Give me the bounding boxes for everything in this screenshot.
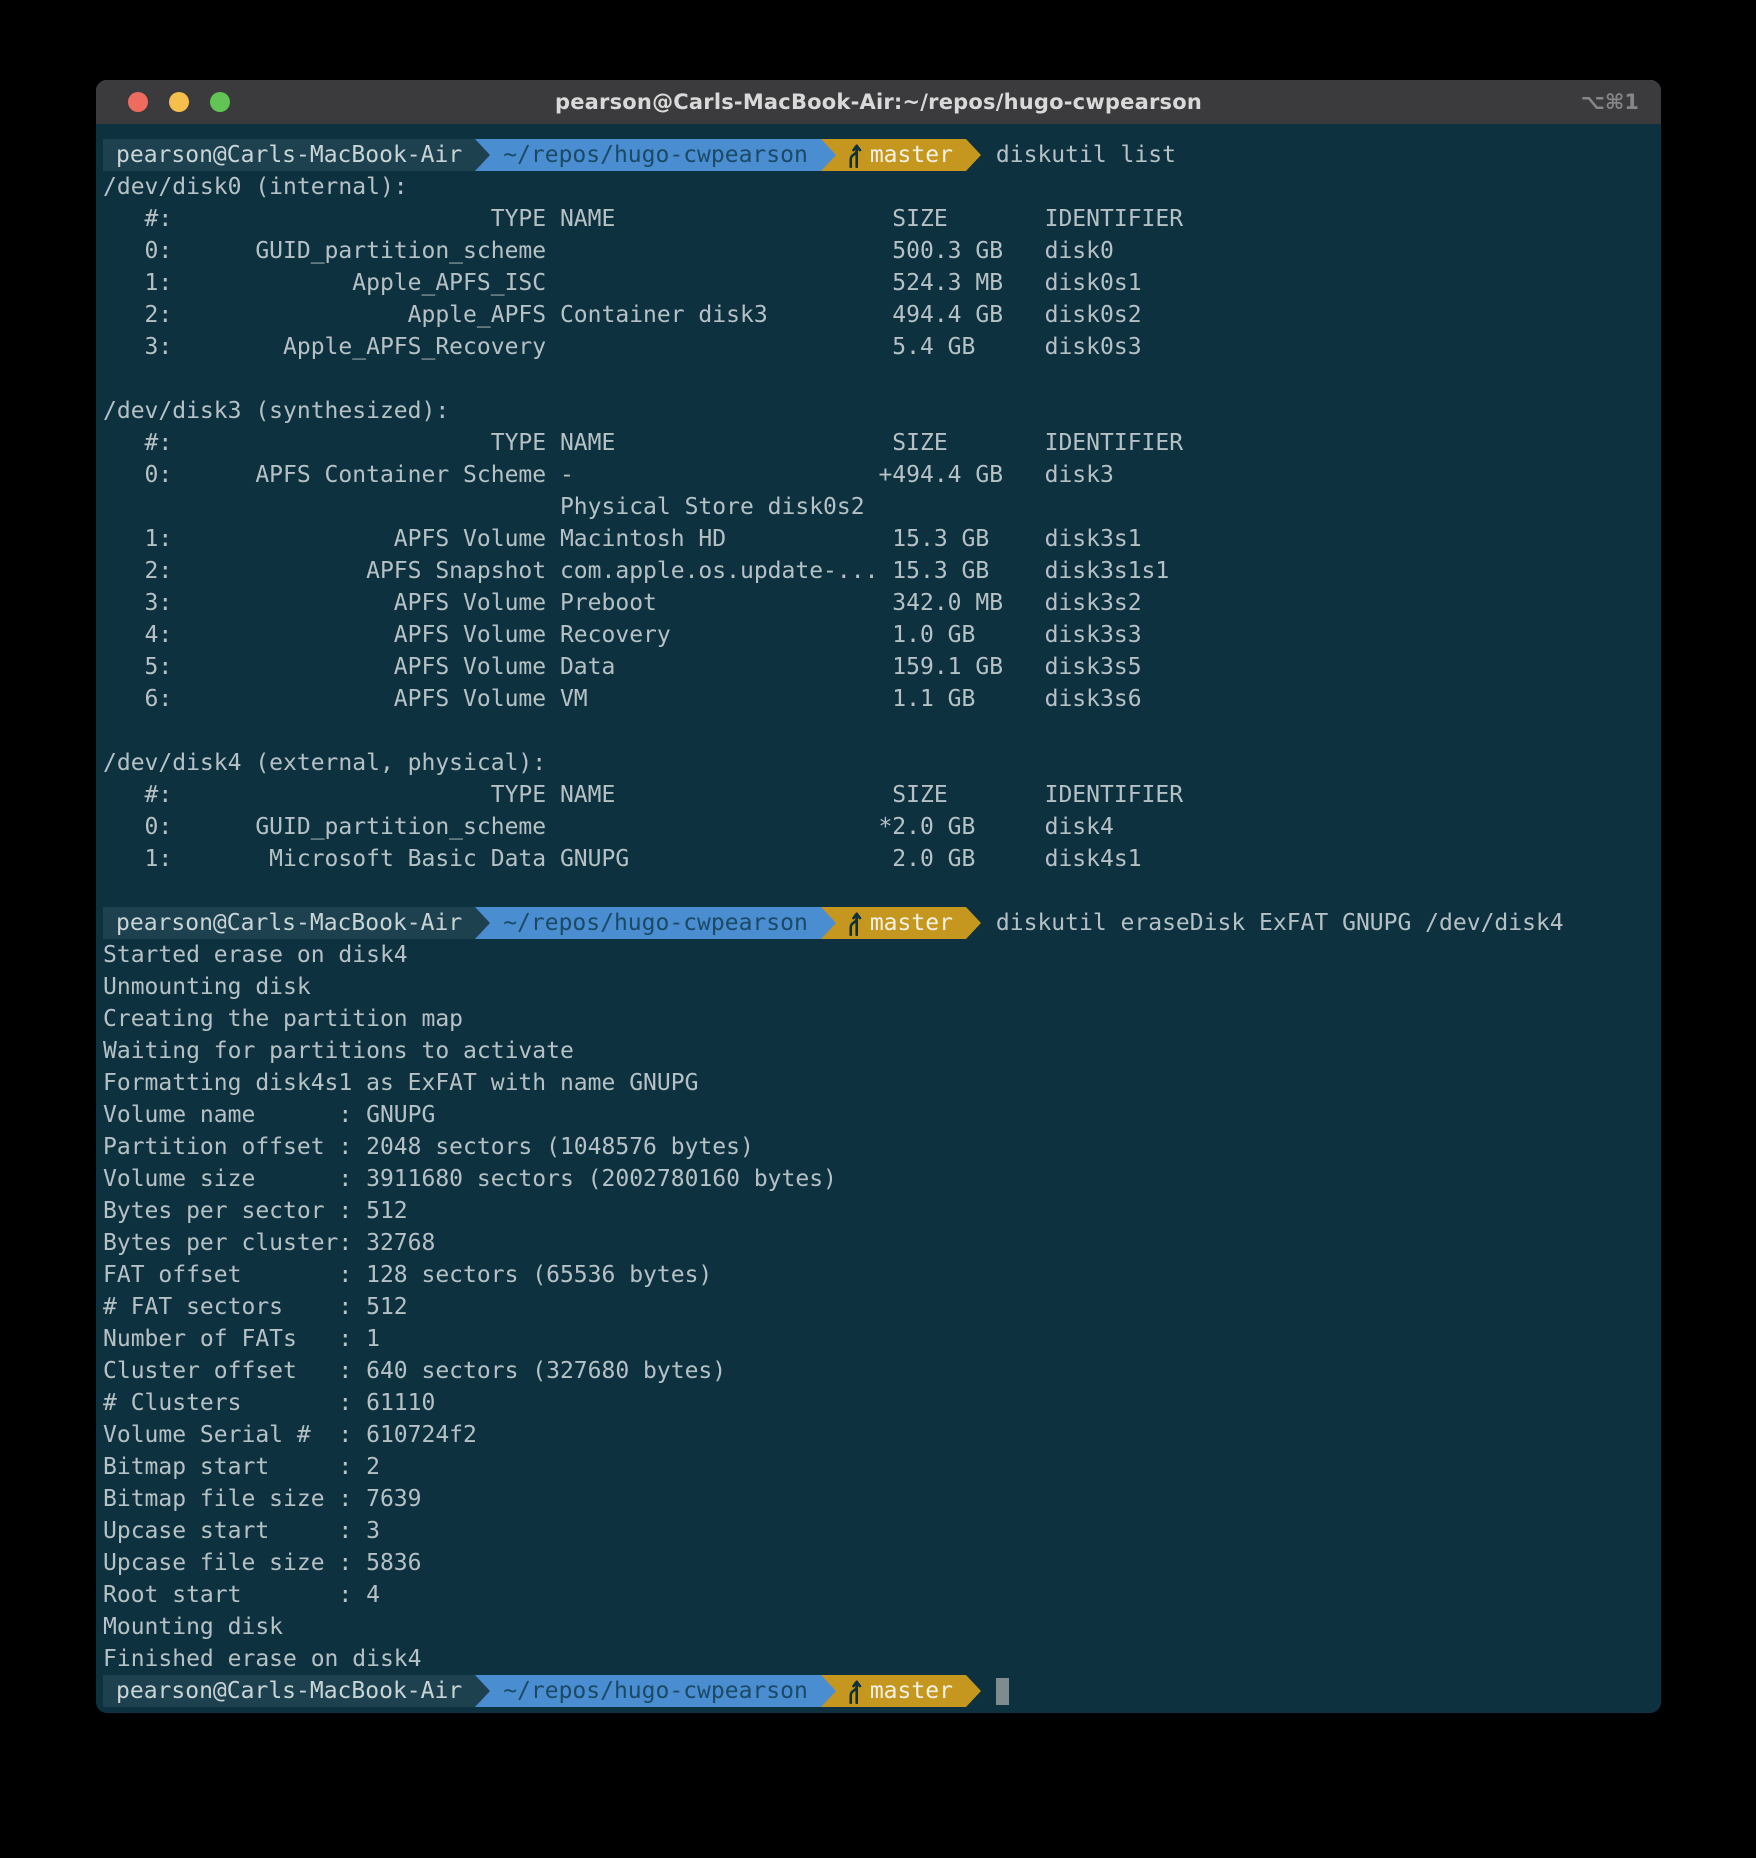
terminal-line: #: TYPE NAME SIZE IDENTIFIER <box>103 427 1661 459</box>
prompt-directory-segment: ~/repos/hugo-cwpearson <box>490 907 821 939</box>
terminal-line: 5: APFS Volume Data 159.1 GB disk3s5 <box>103 651 1661 683</box>
terminal-line: Root start : 4 <box>103 1579 1661 1611</box>
terminal-line: FAT offset : 128 sectors (65536 bytes) <box>103 1259 1661 1291</box>
terminal-line: Started erase on disk4 <box>103 939 1661 971</box>
prompt-user-segment: pearson@Carls-MacBook-Air <box>103 907 475 939</box>
terminal-cursor <box>996 1678 1009 1705</box>
terminal-line <box>103 715 1661 747</box>
powerline-separator-icon <box>475 907 490 939</box>
fullscreen-button[interactable] <box>210 92 230 112</box>
powerline-separator-icon <box>966 907 981 939</box>
terminal-line: Bytes per cluster: 32768 <box>103 1227 1661 1259</box>
terminal-line: Upcase file size : 5836 <box>103 1547 1661 1579</box>
powerline-separator-icon <box>475 1675 490 1707</box>
git-branch-icon <box>845 142 863 168</box>
terminal-line: Mounting disk <box>103 1611 1661 1643</box>
terminal-line: 6: APFS Volume VM 1.1 GB disk3s6 <box>103 683 1661 715</box>
terminal-line: 2: Apple_APFS Container disk3 494.4 GB d… <box>103 299 1661 331</box>
terminal-line: Volume size : 3911680 sectors (200278016… <box>103 1163 1661 1195</box>
terminal-line: Number of FATs : 1 <box>103 1323 1661 1355</box>
prompt-directory-segment: ~/repos/hugo-cwpearson <box>490 1675 821 1707</box>
terminal-line: Cluster offset : 640 sectors (327680 byt… <box>103 1355 1661 1387</box>
terminal-line: Creating the partition map <box>103 1003 1661 1035</box>
powerline-separator-icon <box>966 1675 981 1707</box>
terminal-line: Volume Serial # : 610724f2 <box>103 1419 1661 1451</box>
powerline-separator-icon <box>821 139 836 171</box>
window-title: pearson@Carls-MacBook-Air:~/repos/hugo-c… <box>555 90 1202 114</box>
terminal-line <box>103 363 1661 395</box>
terminal-line: 4: APFS Volume Recovery 1.0 GB disk3s3 <box>103 619 1661 651</box>
terminal-line: Volume name : GNUPG <box>103 1099 1661 1131</box>
minimize-button[interactable] <box>169 92 189 112</box>
terminal-line: /dev/disk3 (synthesized): <box>103 395 1661 427</box>
git-branch-icon <box>845 910 863 936</box>
powerline-separator-icon <box>966 139 981 171</box>
powerline-separator-icon <box>475 139 490 171</box>
terminal-line: # FAT sectors : 512 <box>103 1291 1661 1323</box>
git-branch-name: master <box>870 139 953 171</box>
prompt-directory-segment: ~/repos/hugo-cwpearson <box>490 139 821 171</box>
window-shortcut-badge: ⌥⌘1 <box>1581 80 1639 124</box>
prompt-git-segment: master <box>836 139 966 171</box>
terminal-line: 3: APFS Volume Preboot 342.0 MB disk3s2 <box>103 587 1661 619</box>
terminal-line: Formatting disk4s1 as ExFAT with name GN… <box>103 1067 1661 1099</box>
terminal-line: #: TYPE NAME SIZE IDENTIFIER <box>103 203 1661 235</box>
terminal-line: 1: Microsoft Basic Data GNUPG 2.0 GB dis… <box>103 843 1661 875</box>
terminal-line: #: TYPE NAME SIZE IDENTIFIER <box>103 779 1661 811</box>
terminal-line: Finished erase on disk4 <box>103 1643 1661 1675</box>
prompt-line: pearson@Carls-MacBook-Air ~/repos/hugo-cw… <box>103 907 1661 939</box>
titlebar[interactable]: pearson@Carls-MacBook-Air:~/repos/hugo-c… <box>96 80 1661 124</box>
terminal-line: /dev/disk4 (external, physical): <box>103 747 1661 779</box>
prompt-git-segment: master <box>836 907 966 939</box>
command-text: diskutil eraseDisk ExFAT GNUPG /dev/disk… <box>996 907 1564 939</box>
terminal-line: Bitmap start : 2 <box>103 1451 1661 1483</box>
terminal-line: /dev/disk0 (internal): <box>103 171 1661 203</box>
terminal-line: Partition offset : 2048 sectors (1048576… <box>103 1131 1661 1163</box>
prompt-line: pearson@Carls-MacBook-Air ~/repos/hugo-cw… <box>103 1675 1661 1707</box>
terminal-line: 1: Apple_APFS_ISC 524.3 MB disk0s1 <box>103 267 1661 299</box>
terminal-line: Bytes per sector : 512 <box>103 1195 1661 1227</box>
close-button[interactable] <box>128 92 148 112</box>
prompt-line: pearson@Carls-MacBook-Air ~/repos/hugo-cw… <box>103 139 1661 171</box>
terminal-line: 1: APFS Volume Macintosh HD 15.3 GB disk… <box>103 523 1661 555</box>
terminal-content[interactable]: pearson@Carls-MacBook-Air ~/repos/hugo-cw… <box>96 124 1661 1707</box>
terminal-line: Waiting for partitions to activate <box>103 1035 1661 1067</box>
terminal-line: 2: APFS Snapshot com.apple.os.update-...… <box>103 555 1661 587</box>
powerline-separator-icon <box>821 1675 836 1707</box>
terminal-line <box>103 875 1661 907</box>
terminal-line: # Clusters : 61110 <box>103 1387 1661 1419</box>
traffic-lights <box>128 92 230 112</box>
git-branch-name: master <box>870 1675 953 1707</box>
terminal-line: Bitmap file size : 7639 <box>103 1483 1661 1515</box>
prompt-user-segment: pearson@Carls-MacBook-Air <box>103 139 475 171</box>
terminal-line: Physical Store disk0s2 <box>103 491 1661 523</box>
terminal-window: pearson@Carls-MacBook-Air:~/repos/hugo-c… <box>96 80 1661 1713</box>
terminal-line: Upcase start : 3 <box>103 1515 1661 1547</box>
terminal-line: 0: GUID_partition_scheme *2.0 GB disk4 <box>103 811 1661 843</box>
terminal-line: 3: Apple_APFS_Recovery 5.4 GB disk0s3 <box>103 331 1661 363</box>
terminal-line: 0: GUID_partition_scheme 500.3 GB disk0 <box>103 235 1661 267</box>
prompt-git-segment: master <box>836 1675 966 1707</box>
terminal-line: Unmounting disk <box>103 971 1661 1003</box>
terminal-line: 0: APFS Container Scheme - +494.4 GB dis… <box>103 459 1661 491</box>
git-branch-icon <box>845 1678 863 1704</box>
powerline-separator-icon <box>821 907 836 939</box>
prompt-user-segment: pearson@Carls-MacBook-Air <box>103 1675 475 1707</box>
command-text: diskutil list <box>996 139 1176 171</box>
git-branch-name: master <box>870 907 953 939</box>
